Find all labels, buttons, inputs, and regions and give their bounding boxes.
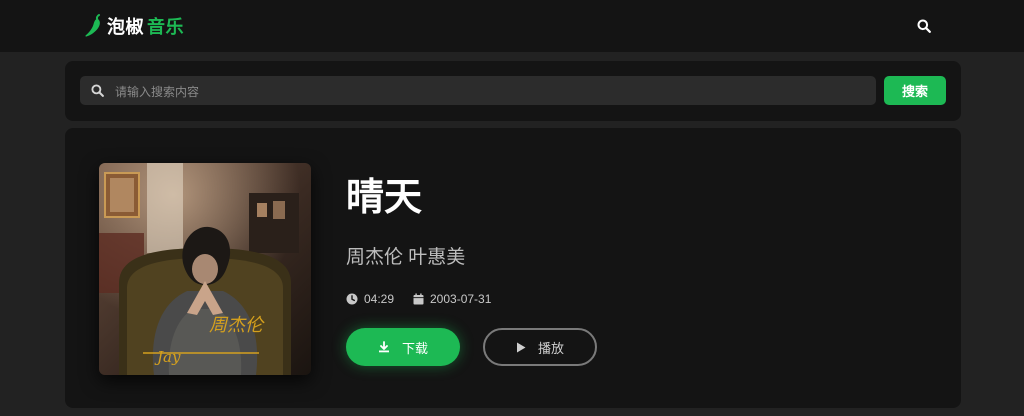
play-label: 播放 <box>537 340 564 356</box>
search-input[interactable] <box>113 76 867 107</box>
search-panel: 搜索 <box>65 61 961 121</box>
download-label: 下载 <box>401 340 428 356</box>
search-icon <box>917 19 931 33</box>
logo-text-main: 泡椒 <box>107 17 144 37</box>
clock-icon <box>346 293 358 305</box>
svg-text:Jay: Jay <box>154 348 181 366</box>
cover-title-text: 周杰伦 <box>209 315 265 336</box>
album-cover: 周杰伦 Jay <box>99 163 311 375</box>
release-date: 2003-07-31 <box>413 291 491 307</box>
play-icon <box>516 342 526 352</box>
song-detail-card: 周杰伦 Jay 晴天 周杰伦 叶惠美 04:29 2003-07-31 下载 播… <box>65 128 961 408</box>
song-title: 晴天 <box>346 177 423 219</box>
logo-text-accent: 音乐 <box>147 17 184 37</box>
search-button[interactable]: 搜索 <box>884 76 946 105</box>
song-duration: 04:29 <box>346 291 394 307</box>
header-search-button[interactable] <box>912 15 936 37</box>
artist-album: 周杰伦 叶惠美 <box>346 247 466 268</box>
calendar-icon <box>413 293 424 305</box>
duration-text: 04:29 <box>364 292 395 306</box>
download-button[interactable]: 下载 <box>346 328 460 366</box>
top-navbar: 泡椒 音乐 <box>0 0 1024 52</box>
search-icon <box>91 84 104 97</box>
play-button[interactable]: 播放 <box>483 328 597 366</box>
pepper-icon <box>85 14 100 37</box>
app-logo[interactable]: 泡椒 音乐 <box>84 13 184 39</box>
search-box[interactable] <box>80 76 876 107</box>
download-icon <box>378 341 389 353</box>
album-cover-art: 周杰伦 Jay <box>99 163 311 375</box>
release-date-text: 2003-07-31 <box>430 292 492 306</box>
